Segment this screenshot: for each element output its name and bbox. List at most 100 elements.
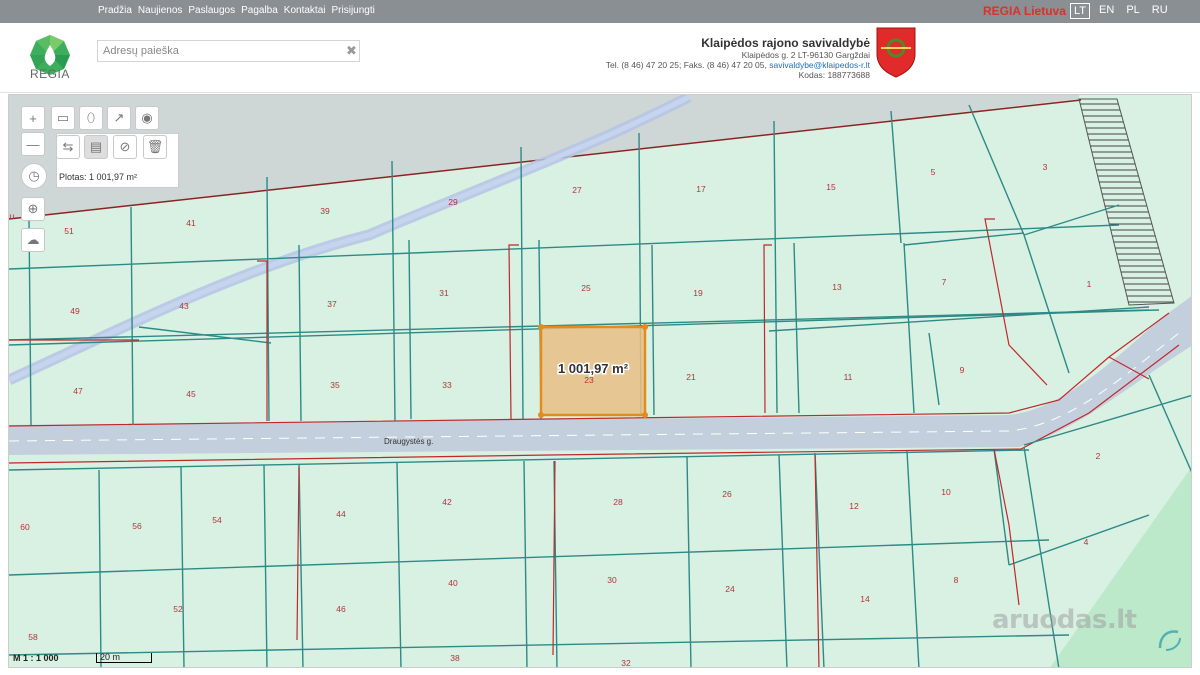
- delete-button[interactable]: 🗑: [143, 135, 167, 159]
- zoom-in-button[interactable]: +: [21, 106, 45, 130]
- measure-line-button[interactable]: ⇆: [56, 135, 80, 159]
- parcel-number: 56: [132, 521, 142, 531]
- ruler-button[interactable]: ▭: [51, 106, 75, 130]
- parcel-number: 7: [942, 277, 947, 287]
- vertex-handle[interactable]: [538, 324, 544, 330]
- compass-button[interactable]: ◷: [21, 163, 47, 189]
- parcel-number: 2: [1096, 451, 1101, 461]
- lang-pl[interactable]: PL: [1123, 3, 1142, 19]
- logo-text: REGIA: [30, 67, 70, 81]
- nav-item-kontaktai[interactable]: Kontaktai: [284, 5, 326, 16]
- parcel-number: 38: [450, 653, 460, 663]
- marker-icon: ⬯: [86, 110, 96, 125]
- export-icon: ↗: [113, 110, 125, 125]
- parcel-number: 52: [173, 604, 183, 614]
- parcel-number: 17: [696, 184, 706, 194]
- lang-ru[interactable]: RU: [1149, 3, 1171, 19]
- parcel-number: 51: [64, 226, 74, 236]
- cadastral-map[interactable]: 1 001,97 m² 23 Draugystės g. iu 51 41 39…: [9, 95, 1192, 668]
- parcel-number: 11: [844, 372, 853, 382]
- parcel-number: 14: [860, 594, 870, 604]
- nav-item-pradzia[interactable]: Pradžia: [98, 5, 132, 16]
- target-button[interactable]: ◉: [135, 106, 159, 130]
- parcel-number: 21: [686, 372, 696, 382]
- parcel-number: 15: [826, 182, 836, 192]
- parcel-number: 49: [70, 306, 80, 316]
- parcel-number: 25: [581, 283, 591, 293]
- watermark: aruodas.lt: [992, 605, 1137, 635]
- parcel-number: 47: [73, 386, 83, 396]
- locate-icon: ⊕: [27, 201, 39, 216]
- municipality-name: Klaipėdos rajono savivaldybė: [701, 36, 870, 50]
- parcel-number: 13: [832, 282, 842, 292]
- map-canvas[interactable]: 1 001,97 m² 23 Draugystės g. iu 51 41 39…: [8, 94, 1192, 668]
- parcel-number: 46: [336, 604, 346, 614]
- parcel-number: 24: [725, 584, 735, 594]
- parcel-number: 27: [572, 185, 582, 195]
- edge-label: iu: [9, 211, 15, 221]
- clear-search-icon[interactable]: ✖: [346, 43, 357, 59]
- parcel-number: 19: [693, 288, 703, 298]
- area-readout: Plotas: 1 001,97 m²: [59, 172, 138, 182]
- parcel-number: 31: [439, 288, 449, 298]
- parcel-number: 12: [849, 501, 859, 511]
- vertex-handle[interactable]: [642, 412, 648, 418]
- municipality-email-link[interactable]: savivaldybe@klaipedos-r.lt: [769, 60, 870, 70]
- top-bar: Pradžia Naujienos Paslaugos Pagalba Kont…: [0, 0, 1200, 23]
- scale-bar: 20 m: [96, 653, 152, 663]
- nav-item-pagalba[interactable]: Pagalba: [241, 5, 278, 16]
- compass-icon: ◷: [28, 168, 40, 183]
- region-icon: ☁: [26, 232, 40, 247]
- nav-item-paslaugos[interactable]: Paslaugos: [188, 5, 235, 16]
- ruler-icon: ▭: [56, 110, 70, 125]
- brand-link[interactable]: REGIA Lietuva: [983, 4, 1066, 18]
- vertex-handle[interactable]: [538, 412, 544, 418]
- export-button[interactable]: ↗: [107, 106, 131, 130]
- parcel-number: 45: [186, 389, 196, 399]
- parcel-number: 3: [1043, 162, 1048, 172]
- parcel-number: 37: [327, 299, 337, 309]
- address-search-input[interactable]: [97, 40, 360, 62]
- street-name: Draugystės g.: [384, 437, 433, 446]
- parcel-number: 60: [20, 522, 30, 532]
- nav-item-prisijungti[interactable]: Prisijungti: [332, 5, 375, 16]
- nav-item-naujienos[interactable]: Naujienos: [138, 5, 182, 16]
- parcel-number: 28: [613, 497, 623, 507]
- scale-ratio: M 1 : 1 000: [13, 653, 59, 663]
- municipality-address: Klaipėdos g. 2 LT-96130 Gargždai: [741, 50, 870, 60]
- measure-area-button[interactable]: ▤: [84, 135, 108, 159]
- marker-button[interactable]: ⬯: [79, 106, 103, 130]
- parcel-number: 54: [212, 515, 222, 525]
- zoom-out-button[interactable]: —: [21, 132, 45, 156]
- region-button[interactable]: ☁: [21, 228, 45, 252]
- municipality-contacts: Tel. (8 46) 47 20 25; Faks. (8 46) 47 20…: [606, 60, 870, 70]
- parcel-number: 30: [607, 575, 617, 585]
- parcel-number: 44: [336, 509, 346, 519]
- parcel-number: 29: [448, 197, 458, 207]
- lang-lt[interactable]: LT: [1070, 3, 1091, 19]
- selected-area-label: 1 001,97 m²: [558, 361, 629, 376]
- clear-measure-button[interactable]: ⊘: [113, 135, 137, 159]
- parcel-number: 10: [941, 487, 951, 497]
- measure-area-icon: ▤: [89, 139, 103, 154]
- parcel-number: 42: [442, 497, 452, 507]
- vertex-handle[interactable]: [642, 324, 648, 330]
- parcel-number-23: 23: [584, 375, 594, 385]
- trash-icon: 🗑: [146, 139, 164, 154]
- parcel-number: 4: [1084, 537, 1089, 547]
- lang-en[interactable]: EN: [1096, 3, 1117, 19]
- parcel-number: 33: [442, 380, 452, 390]
- locate-button[interactable]: ⊕: [21, 197, 45, 221]
- measure-line-icon: ⇆: [62, 139, 74, 154]
- coat-of-arms-icon: [876, 27, 916, 78]
- target-icon: ◉: [141, 110, 153, 125]
- language-switcher: LT EN PL RU: [1070, 3, 1171, 19]
- header: REGIA ✖ Klaipėdos rajono savivaldybė Kla…: [0, 23, 1200, 93]
- parcel-number: 26: [722, 489, 732, 499]
- contacts-phone: Tel. (8 46) 47 20 25; Faks. (8 46) 47 20…: [605, 60, 767, 70]
- zoom-out-icon: —: [26, 136, 40, 152]
- clear-measure-icon: ⊘: [119, 139, 131, 154]
- parcel-number: 32: [621, 658, 631, 668]
- parcel-number: 41: [186, 218, 196, 228]
- regia-logo-icon[interactable]: [25, 33, 75, 93]
